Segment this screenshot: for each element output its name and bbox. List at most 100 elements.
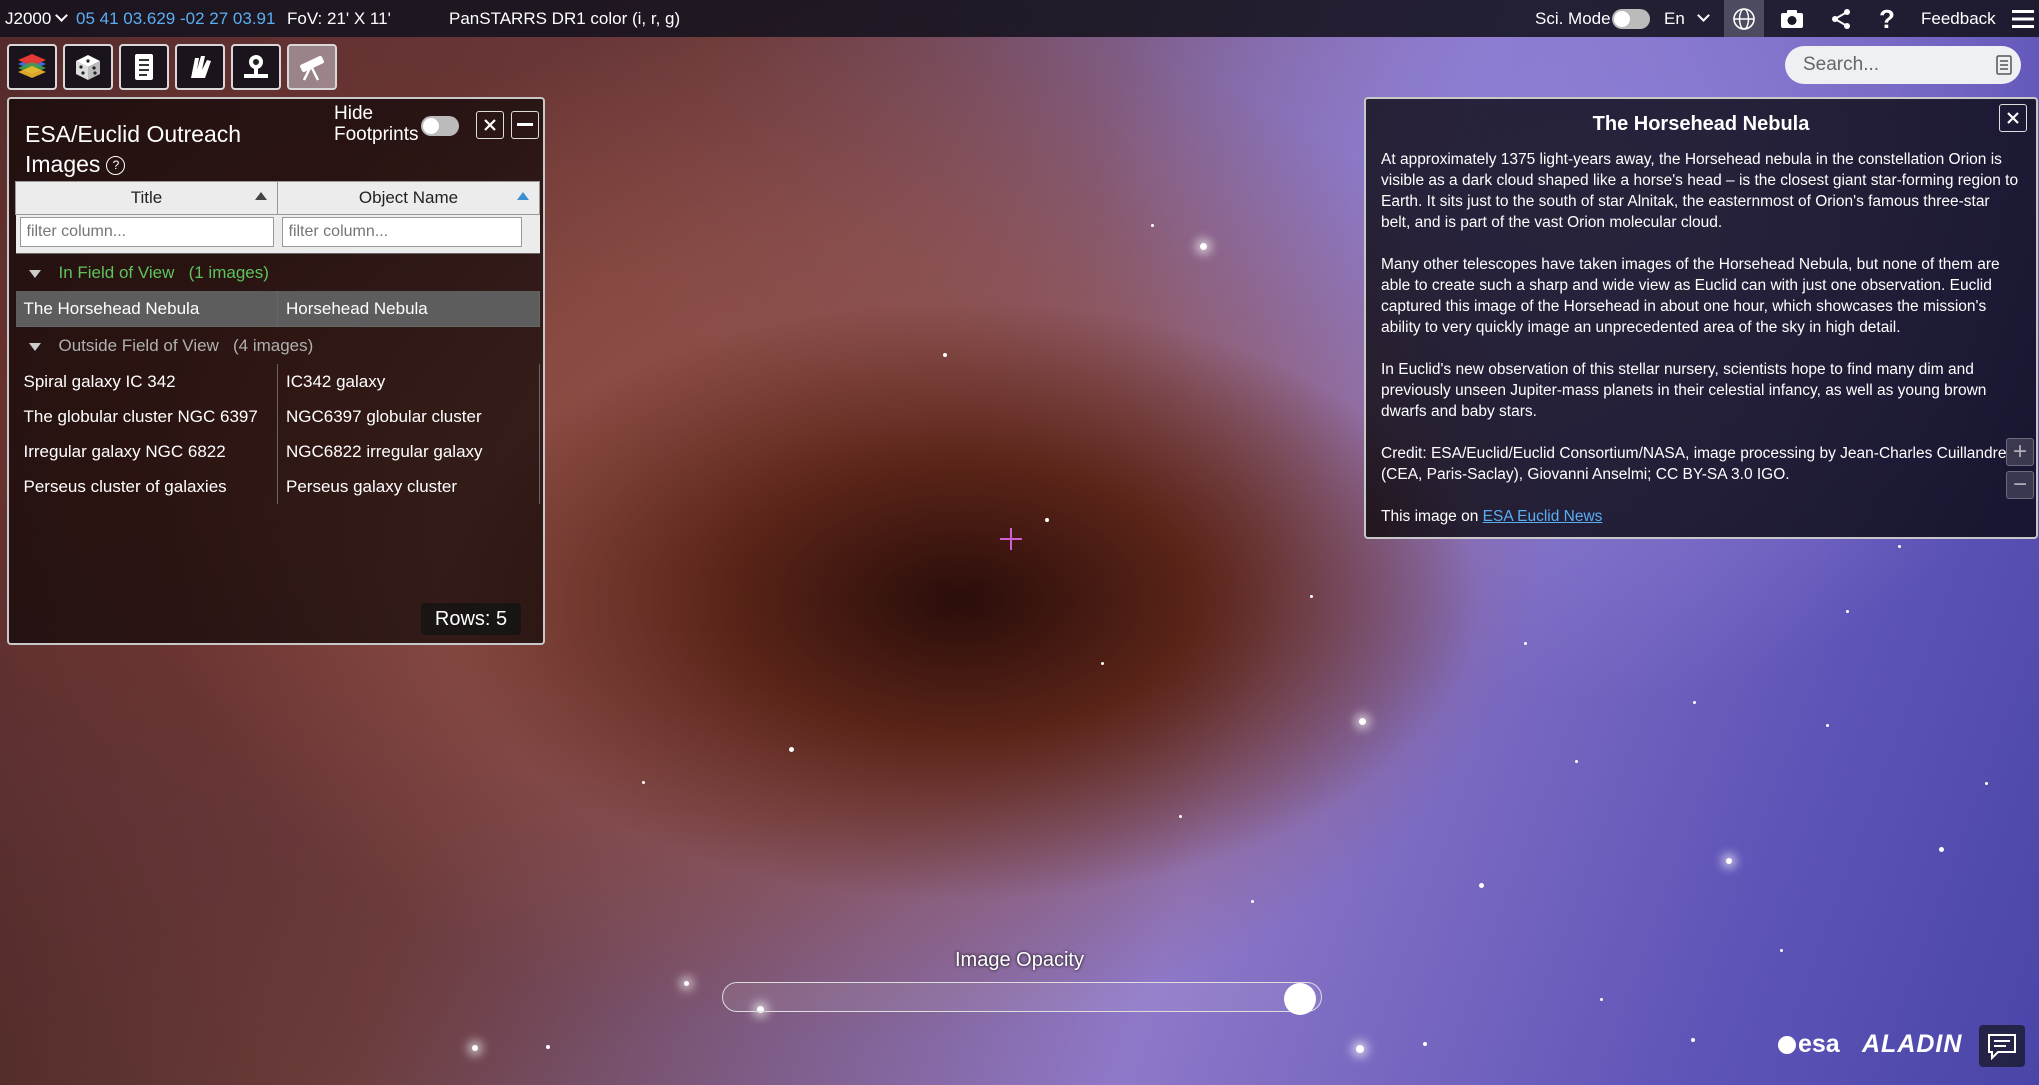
language-selector[interactable]: En (1664, 9, 1710, 29)
scroll-button[interactable] (119, 44, 169, 90)
cell-object-name: Perseus galaxy cluster (277, 469, 540, 504)
aladin-logo: ALADIN (1862, 1030, 1963, 1058)
close-icon (484, 119, 496, 131)
esa-euclid-news-link[interactable]: ESA Euclid News (1483, 508, 1603, 525)
help-icon[interactable]: ? (106, 156, 126, 176)
zoom-out-button[interactable]: − (2006, 471, 2034, 499)
collapse-triangle-icon (28, 342, 41, 351)
star (683, 980, 689, 986)
star (1250, 899, 1254, 903)
star (1423, 1042, 1427, 1046)
telescope-icon (300, 55, 324, 81)
cube-button[interactable] (63, 44, 113, 90)
plus-icon: + (2012, 438, 2027, 465)
star (1726, 858, 1732, 864)
minus-icon: − (2012, 471, 2027, 498)
list-icon[interactable] (1996, 55, 2012, 75)
star (1897, 544, 1901, 548)
esa-logo: esa (1778, 1030, 1840, 1059)
star (1478, 882, 1484, 888)
feedback-link[interactable]: Feedback (1921, 9, 1996, 29)
star (1045, 518, 1049, 522)
group-header-outside-view[interactable]: Outside Field of View (4 images) (15, 326, 540, 364)
star (1523, 641, 1527, 645)
outreach-images-panel: ESA/Euclid Outreach Images? Hide Footpri… (7, 97, 545, 645)
group-header-in-view[interactable]: In Field of View (1 images) (15, 253, 540, 291)
info-paragraph: At approximately 1375 light-years away, … (1381, 151, 2019, 231)
close-icon (2007, 112, 2019, 124)
hand-button[interactable] (175, 44, 225, 90)
help-icon[interactable]: ? (1879, 4, 1895, 35)
fov-readout: FoV: 21' X 11' (287, 9, 391, 28)
star (943, 353, 947, 357)
images-table: Title Object Name In Field of View (1 im… (15, 181, 540, 504)
cell-title: Spiral galaxy IC 342 (15, 364, 278, 399)
table-row[interactable]: Spiral galaxy IC 342 IC342 galaxy (15, 364, 540, 399)
image-info-panel: The Horsehead Nebula At approximately 13… (1364, 97, 2038, 539)
menu-icon[interactable] (2012, 9, 2034, 29)
column-header-title[interactable]: Title (15, 181, 278, 215)
sci-mode-toggle[interactable] (1612, 8, 1650, 29)
cell-title: The globular cluster NGC 6397 (15, 399, 278, 434)
chevron-down-icon (1696, 9, 1710, 22)
cell-object-name: IC342 galaxy (277, 364, 540, 399)
close-info-button[interactable] (1999, 104, 2027, 132)
frame-selector[interactable]: J2000 (5, 9, 69, 29)
layers-button[interactable] (7, 44, 57, 90)
cell-title: Irregular galaxy NGC 6822 (15, 434, 278, 469)
table-row[interactable]: Perseus cluster of galaxies Perseus gala… (15, 469, 540, 504)
info-paragraph: Many other telescopes have taken images … (1381, 256, 2000, 336)
minimize-panel-button[interactable] (511, 111, 539, 139)
column-header-object-name[interactable]: Object Name (277, 181, 540, 215)
hide-footprints-toggle[interactable] (421, 116, 459, 136)
image-opacity-slider[interactable] (722, 982, 1322, 1012)
filter-object-name-input[interactable] (281, 217, 522, 247)
star (472, 1045, 478, 1051)
table-row[interactable]: Irregular galaxy NGC 6822 NGC6822 irregu… (15, 434, 540, 469)
minimize-icon (517, 123, 533, 126)
rows-count: Rows: 5 (421, 603, 521, 635)
radar-button[interactable] (231, 44, 281, 90)
table-row[interactable]: The globular cluster NGC 6397 NGC6397 gl… (15, 399, 540, 434)
star (788, 746, 794, 752)
survey-name[interactable]: PanSTARRS DR1 color (i, r, g) (449, 9, 680, 29)
cell-title: Perseus cluster of galaxies (15, 469, 278, 504)
table-row[interactable]: The Horsehead Nebula Horsehead Nebula (15, 291, 540, 327)
chevron-down-icon (55, 9, 69, 22)
chat-button[interactable] (1979, 1025, 2025, 1067)
globe-button[interactable] (1724, 0, 1764, 37)
telescope-button[interactable] (287, 44, 337, 90)
star (1825, 723, 1829, 727)
cell-object-name: NGC6397 globular cluster (277, 399, 540, 434)
star (1599, 997, 1603, 1001)
filter-title-input[interactable] (19, 217, 274, 247)
star (1691, 1038, 1695, 1042)
camera-icon[interactable] (1779, 7, 1805, 31)
info-paragraph: In Euclid's new observation of this stel… (1381, 361, 1987, 420)
coordinates-readout[interactable]: 05 41 03.629 -02 27 03.91 (76, 9, 275, 29)
search-input[interactable] (1785, 46, 2021, 84)
star (1178, 814, 1182, 818)
star (1692, 700, 1696, 704)
globe-icon (1733, 8, 1755, 30)
chat-icon (1988, 1034, 2016, 1060)
layers-icon (18, 54, 46, 78)
collapse-triangle-icon (28, 269, 41, 278)
cell-object-name: Horsehead Nebula (277, 291, 540, 327)
info-link-line: This image on ESA Euclid News (1381, 508, 1603, 525)
cell-title: The Horsehead Nebula (15, 291, 278, 327)
share-icon[interactable] (1829, 7, 1853, 31)
radar-icon (244, 55, 268, 78)
info-title: The Horsehead Nebula (1592, 113, 1810, 135)
close-panel-button[interactable] (476, 111, 504, 139)
image-opacity-handle[interactable] (1284, 983, 1316, 1015)
cube-icon (76, 55, 100, 80)
star (1356, 1045, 1364, 1053)
hide-footprints-label: Hide Footprints (334, 103, 419, 145)
cell-object-name: NGC6822 irregular galaxy (277, 434, 540, 469)
star (1309, 594, 1313, 598)
hand-icon (191, 56, 211, 78)
zoom-in-button[interactable]: + (2006, 438, 2034, 466)
star (1845, 609, 1849, 613)
sort-ascending-icon (517, 192, 529, 200)
